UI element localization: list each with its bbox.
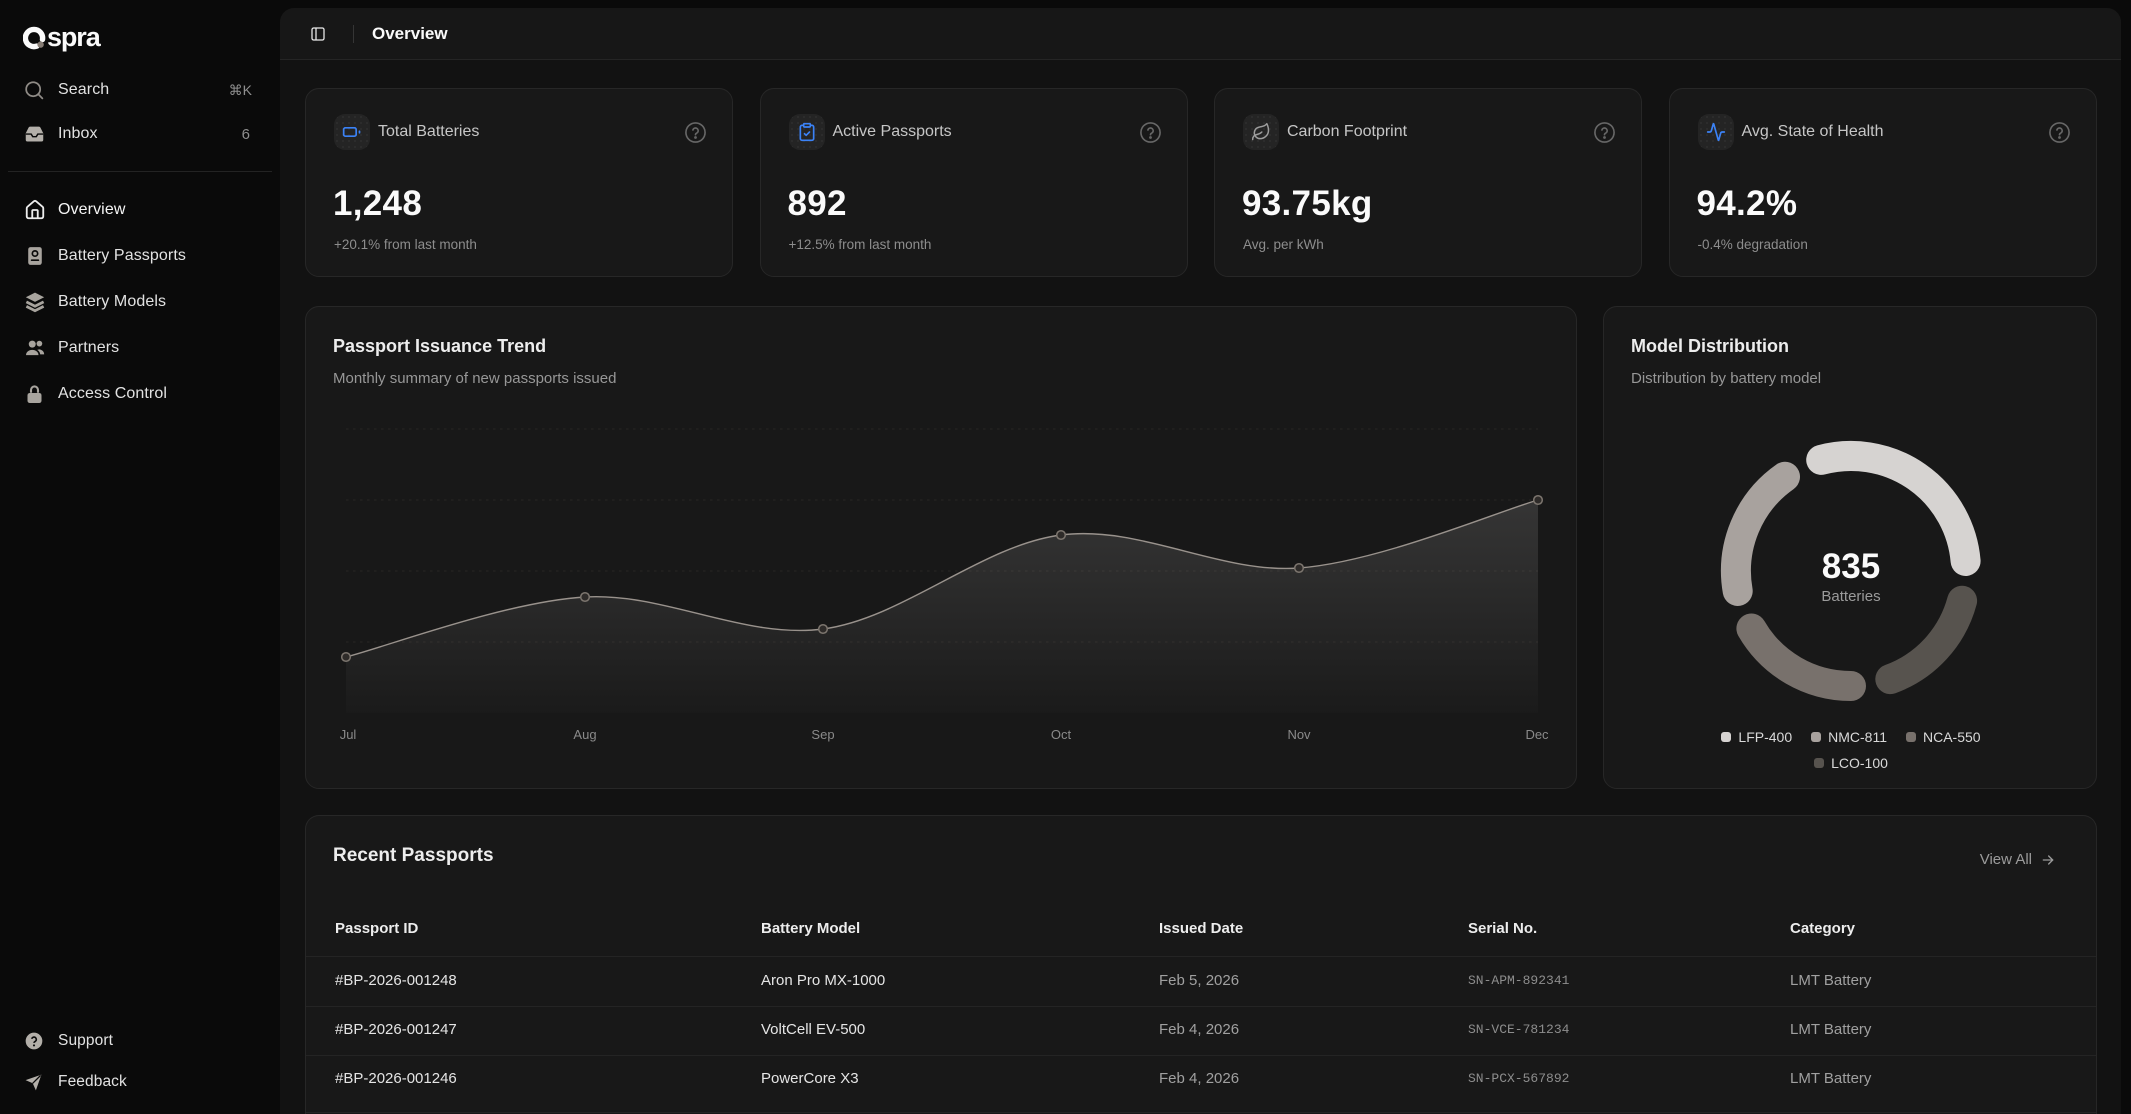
svg-text:Sep: Sep [811,727,834,742]
svg-text:spra: spra [47,26,102,52]
svg-text:Nov: Nov [1287,727,1311,742]
svg-text:Oct: Oct [1051,727,1072,742]
svg-text:Jul: Jul [340,727,357,742]
svg-text:Dec: Dec [1525,727,1549,742]
svg-text:Aug: Aug [573,727,596,742]
